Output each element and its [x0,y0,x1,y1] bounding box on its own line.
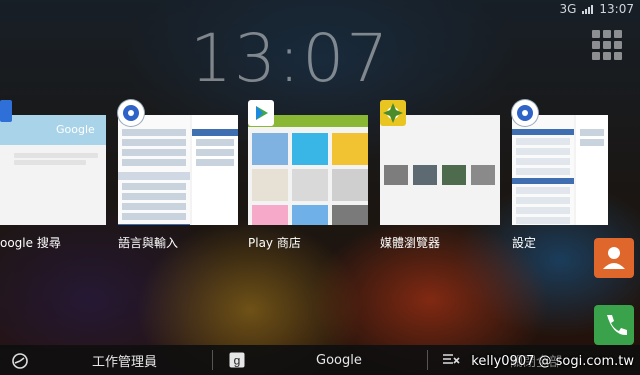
recent-app-play-store[interactable]: Play 商店 [248,96,378,250]
recent-apps-strip[interactable]: Google oogle 搜尋 語言與輸入 Play 商店 媒體瀏覽器 設定 [0,96,640,266]
google-search-icon [0,100,12,122]
task-manager-icon [12,353,28,369]
google-label: Google [316,352,362,368]
recent-app-settings[interactable]: 設定 [512,96,640,250]
recent-app-label: 設定 [512,236,537,250]
google-thumb-logo: Google [56,123,95,136]
svg-text:g: g [234,354,241,368]
recent-app-label: 媒體瀏覽器 [380,236,441,250]
play-store-thumbnail[interactable] [248,115,368,225]
media-browser-thumbnail[interactable] [380,115,500,225]
watermark-user: kelly0907 [471,354,535,369]
watermark-site: @ sogi.com.tw [538,354,634,369]
google-g-icon: g [229,352,245,368]
status-bar: 3G 13:07 [0,0,640,18]
recent-app-media-browser[interactable]: 媒體瀏覽器 [380,96,510,250]
signal-icon [582,4,594,14]
settings-gear-icon [118,100,144,126]
settings-thumbnail[interactable] [512,115,608,225]
recent-app-label: oogle 搜尋 [0,236,61,250]
task-manager-button[interactable]: 工作管理員 [0,345,212,375]
clear-all-icon [443,354,460,364]
status-time: 13:07 [599,2,634,16]
recent-app-label: Play 商店 [248,236,301,250]
phone-icon[interactable] [594,305,634,345]
settings-gear-icon [512,100,538,126]
watermark: kelly0907 @ sogi.com.tw [471,354,634,369]
background-clock: 13:07 [190,20,391,97]
google-button[interactable]: g Google [213,345,427,375]
media-browser-icon [380,100,406,126]
apps-grid-icon [592,30,622,60]
language-input-thumbnail[interactable] [118,115,238,225]
recent-app-language-input[interactable]: 語言與輸入 [118,96,248,250]
recent-app-label: 語言與輸入 [118,236,179,250]
google-search-thumbnail[interactable]: Google [0,115,106,225]
task-manager-label: 工作管理員 [92,354,158,370]
recent-app-google-search[interactable]: Google oogle 搜尋 [0,96,116,250]
play-store-icon [248,100,274,126]
network-type: 3G [559,2,577,16]
